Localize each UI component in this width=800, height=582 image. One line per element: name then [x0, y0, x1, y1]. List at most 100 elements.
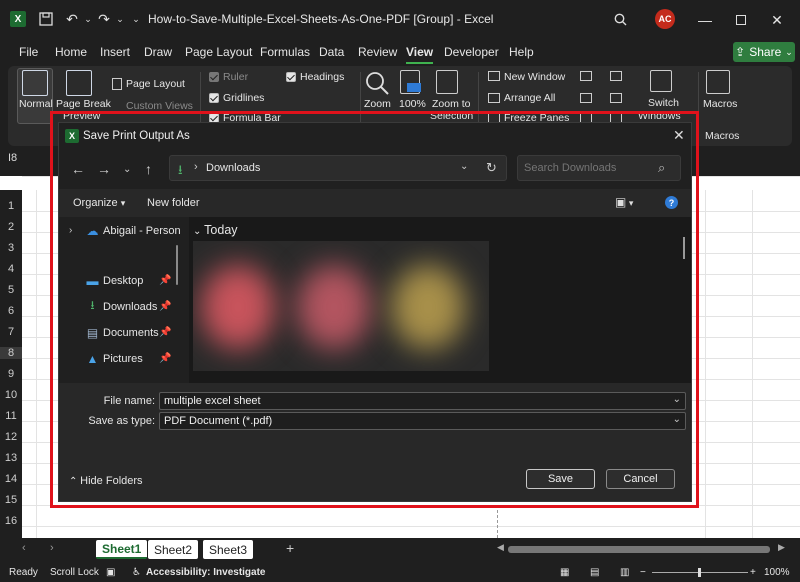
zoom-out-icon[interactable]: −	[640, 567, 646, 578]
minimize-button[interactable]: —	[694, 9, 716, 31]
zoom-button[interactable]: Zoom	[364, 98, 391, 110]
row-header[interactable]: 13	[0, 452, 22, 464]
file-name-field[interactable]: multiple excel sheet ⌄	[159, 392, 686, 410]
ruler-checkbox[interactable]	[209, 72, 219, 82]
row-header[interactable]: 2	[0, 221, 22, 233]
refresh-icon[interactable]: ↻	[486, 160, 497, 176]
menu-help[interactable]: Help	[509, 45, 534, 59]
macro-record-icon[interactable]: ▣	[106, 567, 115, 578]
maximize-button[interactable]	[730, 9, 752, 31]
menu-insert[interactable]: Insert	[100, 45, 130, 59]
row-header[interactable]: 15	[0, 494, 22, 506]
search-icon[interactable]	[610, 9, 630, 29]
zoom-in-icon[interactable]: +	[750, 567, 756, 578]
row-header-selected[interactable]: 8	[0, 347, 22, 359]
nav-item-onedrive[interactable]: › ☁ Abigail - Person	[59, 221, 181, 243]
status-accessibility[interactable]: Accessibility: Investigate	[146, 567, 266, 578]
search-field[interactable]: ⌕	[517, 155, 681, 181]
forward-icon[interactable]: →	[97, 161, 111, 177]
view-side-by-side-icon[interactable]	[610, 71, 622, 81]
split-icon[interactable]	[580, 71, 592, 81]
menu-formulas[interactable]: Formulas	[260, 45, 310, 59]
menu-data[interactable]: Data	[319, 45, 344, 59]
file-name-value[interactable]: multiple excel sheet	[164, 395, 261, 407]
sheet-tab-sheet1[interactable]: Sheet1	[96, 540, 148, 559]
menu-file[interactable]: File	[19, 45, 38, 59]
scroll-tabs-left-icon[interactable]: ‹	[22, 542, 26, 554]
row-header[interactable]: 7	[0, 326, 22, 338]
hide-icon[interactable]	[580, 93, 592, 103]
menu-developer[interactable]: Developer	[444, 45, 499, 59]
page-break-status-icon[interactable]: ▥	[620, 567, 629, 578]
user-avatar[interactable]: AC	[655, 9, 675, 29]
row-header[interactable]: 1	[0, 200, 22, 212]
row-header[interactable]: 6	[0, 305, 22, 317]
page-layout-status-icon[interactable]: ▤	[590, 567, 599, 578]
row-header[interactable]: 3	[0, 242, 22, 254]
close-icon[interactable]: ✕	[673, 127, 685, 144]
row-header[interactable]: 9	[0, 368, 22, 380]
new-window-button[interactable]: New Window	[504, 71, 565, 83]
share-button[interactable]: ⇪ Share ⌄	[733, 42, 795, 62]
file-thumbnail[interactable]	[201, 265, 275, 349]
menu-view[interactable]: View	[406, 45, 434, 64]
view-options-button[interactable]: ▣ ▾	[615, 195, 639, 211]
zoom-selection-button[interactable]: Zoom to	[432, 98, 471, 110]
menu-review[interactable]: Review	[358, 45, 397, 59]
new-folder-button[interactable]: New folder	[147, 197, 200, 209]
arrange-all-button[interactable]: Arrange All	[504, 92, 555, 104]
scroll-left-icon[interactable]: ◀	[497, 542, 504, 553]
organize-button[interactable]: Organize ▾	[73, 197, 125, 209]
page-break-label[interactable]: Page Break	[56, 98, 111, 110]
sync-scroll-icon[interactable]	[610, 93, 622, 103]
menu-draw[interactable]: Draw	[144, 45, 172, 59]
zoom-slider-thumb[interactable]	[698, 568, 701, 577]
cancel-button[interactable]: Cancel	[606, 469, 675, 489]
save-icon[interactable]	[36, 9, 56, 29]
macros-button[interactable]: Macros	[703, 98, 737, 110]
page-layout-button[interactable]: Page Layout	[126, 78, 185, 90]
menu-home[interactable]: Home	[55, 45, 87, 59]
hide-folders-button[interactable]: ⌃ Hide Folders	[69, 475, 143, 487]
sheet-tab-sheet2[interactable]: Sheet2	[148, 540, 199, 559]
scroll-tabs-right-icon[interactable]: ›	[50, 542, 54, 554]
row-header[interactable]: 16	[0, 515, 22, 527]
back-icon[interactable]: ←	[71, 161, 85, 177]
row-header[interactable]: 10	[0, 389, 22, 401]
search-input[interactable]	[524, 161, 644, 175]
chevron-down-icon[interactable]: ⌄	[673, 414, 681, 425]
up-icon[interactable]: ↑	[145, 161, 152, 177]
gridlines-checkbox[interactable]	[209, 93, 219, 103]
file-thumbnail[interactable]	[297, 265, 371, 349]
file-thumbnail[interactable]	[391, 265, 465, 349]
page-break-icon[interactable]	[66, 70, 92, 96]
switch-windows-button[interactable]: Switch	[648, 97, 679, 109]
nav-item-desktop[interactable]: ▬ Desktop 📌	[59, 271, 181, 293]
close-window-button[interactable]: ✕	[766, 9, 788, 31]
add-sheet-icon[interactable]: +	[286, 540, 294, 556]
row-header[interactable]: 14	[0, 473, 22, 485]
nav-item-pictures[interactable]: ▲ Pictures 📌	[59, 349, 181, 371]
sheet-tab-sheet3[interactable]: Sheet3	[203, 540, 254, 559]
file-scrollbar[interactable]	[683, 237, 685, 259]
menu-page-layout[interactable]: Page Layout	[185, 45, 252, 59]
chevron-down-icon[interactable]: ⌄	[460, 161, 468, 172]
zoom-icon[interactable]	[364, 70, 390, 99]
row-header[interactable]: 11	[0, 410, 22, 422]
recent-locations-icon[interactable]: ⌄	[123, 164, 131, 175]
group-header[interactable]: ⌄ Today	[193, 223, 238, 237]
row-header[interactable]: 5	[0, 284, 22, 296]
customize-toolbar-icon[interactable]: ⌄	[126, 9, 146, 29]
help-icon[interactable]: ?	[665, 196, 678, 209]
row-header[interactable]: 12	[0, 431, 22, 443]
horizontal-scrollbar[interactable]	[508, 546, 770, 553]
address-bar[interactable]: ⭳ › Downloads ⌄ ↻	[169, 155, 507, 181]
zoom-slider[interactable]	[652, 568, 748, 577]
expand-icon[interactable]: ›	[69, 225, 72, 236]
headings-checkbox[interactable]	[286, 72, 296, 82]
status-zoom[interactable]: 100%	[764, 567, 790, 578]
save-button[interactable]: Save	[526, 469, 595, 489]
save-type-select[interactable]: PDF Document (*.pdf) ⌄	[159, 412, 686, 430]
nav-item-downloads[interactable]: ⭳ Downloads 📌	[59, 297, 181, 319]
scroll-right-icon[interactable]: ▶	[778, 542, 785, 553]
